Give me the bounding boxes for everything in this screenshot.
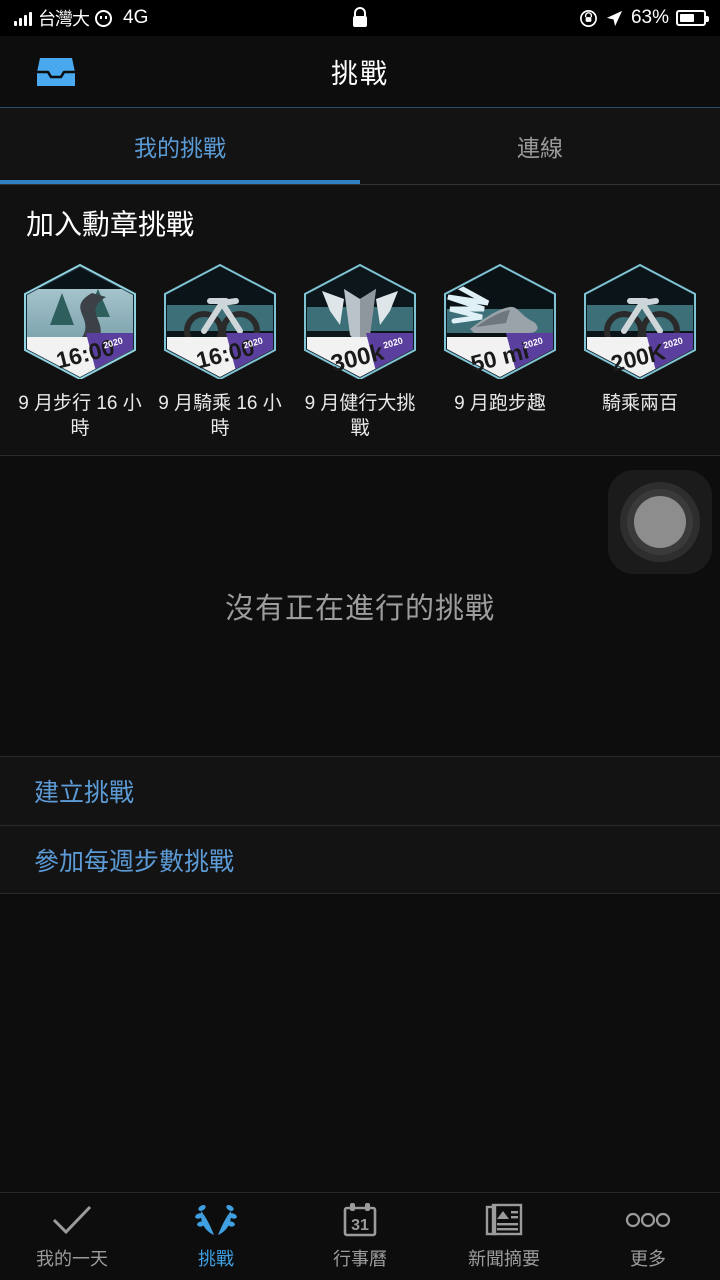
assistive-touch-icon[interactable] <box>608 470 712 575</box>
create-challenge-label: 建立挑戰 <box>34 779 135 808</box>
battery-icon <box>676 10 709 26</box>
svg-text:31: 31 <box>351 1217 369 1234</box>
join-weekly-step-challenge-link[interactable]: 參加每週步數挑戰 <box>0 825 720 893</box>
badge-challenge-section: 加入勳章挑戰 16:00 2020 9 月步行 16 小時 16:00 2020… <box>0 185 720 456</box>
nav-item-my-day-label: 我的一天 <box>36 1249 108 1269</box>
signal-bars-icon <box>14 11 32 26</box>
badge-caption: 9 月步行 16 小時 <box>18 393 142 440</box>
action-list: 建立挑戰 參加每週步數挑戰 <box>0 757 720 894</box>
empty-state-message: 沒有正在進行的挑戰 <box>224 593 495 626</box>
tab-my-challenges[interactable]: 我的挑戰 <box>0 108 360 184</box>
wings-chevron-icon: 300k 2020 <box>300 263 420 381</box>
carrier-label: 台灣大 <box>38 9 90 29</box>
assistive-ring-inner <box>634 496 686 549</box>
nav-item-more-label: 更多 <box>630 1249 666 1269</box>
tab-my-challenges-label: 我的挑戰 <box>134 135 226 161</box>
rotation-lock-icon <box>580 9 597 27</box>
laurel-wreath-icon <box>193 1202 239 1238</box>
join-weekly-step-challenge-label: 參加每週步數挑戰 <box>34 847 235 876</box>
ellipsis-icon <box>625 1202 671 1238</box>
page-title: 挑戰 <box>331 59 389 89</box>
tab-connections-label: 連線 <box>517 135 563 161</box>
nav-item-calendar[interactable]: 31 行事曆 <box>288 1202 432 1271</box>
empty-state: 沒有正在進行的挑戰 <box>0 456 720 757</box>
nav-item-challenges[interactable]: 挑戰 <box>144 1202 288 1271</box>
tab-connections[interactable]: 連線 <box>360 108 720 184</box>
smiley-face-icon <box>95 9 112 27</box>
assistive-ring-middle <box>627 489 693 556</box>
calendar-icon: 31 <box>342 1202 378 1238</box>
winged-shoe-icon: 50 mi 2020 <box>440 263 560 381</box>
bicycle-icon: 16:00 2020 <box>160 263 280 381</box>
badge-carousel[interactable]: 16:00 2020 9 月步行 16 小時 16:00 2020 9 月騎乘 … <box>0 263 720 441</box>
badge-card[interactable]: 300k 2020 9 月健行大挑戰 <box>290 263 430 441</box>
nav-item-calendar-label: 行事曆 <box>333 1249 387 1269</box>
trail-road-icon: 16:00 2020 <box>20 263 140 381</box>
newspaper-icon <box>485 1202 523 1238</box>
badge-card[interactable]: 200K 2020 騎乘兩百 <box>570 263 710 441</box>
badge-section-title: 加入勳章挑戰 <box>26 209 195 240</box>
app-root: 台灣大 4G 63% 挑戰 我的挑戰 連線 加入勳章挑戰 16:00 2020 … <box>0 0 720 1280</box>
status-bar: 台灣大 4G 63% <box>0 0 720 36</box>
nav-item-my-day[interactable]: 我的一天 <box>0 1202 144 1271</box>
create-challenge-link[interactable]: 建立挑戰 <box>0 757 720 825</box>
badge-card[interactable]: 16:00 2020 9 月步行 16 小時 <box>10 263 150 441</box>
badge-caption: 9 月健行大挑戰 <box>304 393 416 440</box>
bottom-nav-bar: 我的一天 挑戰 31 行事曆 新聞摘要 更多 <box>0 1192 720 1280</box>
nav-item-news-feed-label: 新聞摘要 <box>468 1249 540 1269</box>
assistive-ring-outer <box>620 482 700 563</box>
tab-bar: 我的挑戰 連線 <box>0 108 720 184</box>
badge-card[interactable]: 50 mi 2020 9 月跑步趣 <box>430 263 570 441</box>
status-bar-right: 63% <box>369 7 709 29</box>
bicycle-icon: 200K 2020 <box>580 263 700 381</box>
location-arrow-icon <box>606 10 623 26</box>
badge-card[interactable]: 16:00 2020 9 月騎乘 16 小時 <box>150 263 290 441</box>
badge-caption: 9 月跑步趣 <box>454 393 546 414</box>
badge-caption: 9 月騎乘 16 小時 <box>158 393 282 440</box>
nav-item-news-feed[interactable]: 新聞摘要 <box>432 1202 576 1271</box>
inbox-tray-icon <box>37 57 75 86</box>
status-bar-center <box>351 7 369 29</box>
check-icon <box>51 1202 93 1238</box>
app-header: 挑戰 <box>0 36 720 108</box>
badge-caption: 騎乘兩百 <box>601 393 678 414</box>
inbox-button[interactable] <box>32 52 80 92</box>
battery-percent-label: 63% <box>630 7 669 28</box>
nav-item-challenges-label: 挑戰 <box>198 1249 234 1269</box>
status-bar-left: 台灣大 4G <box>14 5 351 31</box>
actions-bottom-divider <box>0 893 720 895</box>
nav-item-more[interactable]: 更多 <box>576 1202 720 1271</box>
network-type-label: 4G <box>123 7 149 28</box>
lock-icon <box>353 7 367 27</box>
